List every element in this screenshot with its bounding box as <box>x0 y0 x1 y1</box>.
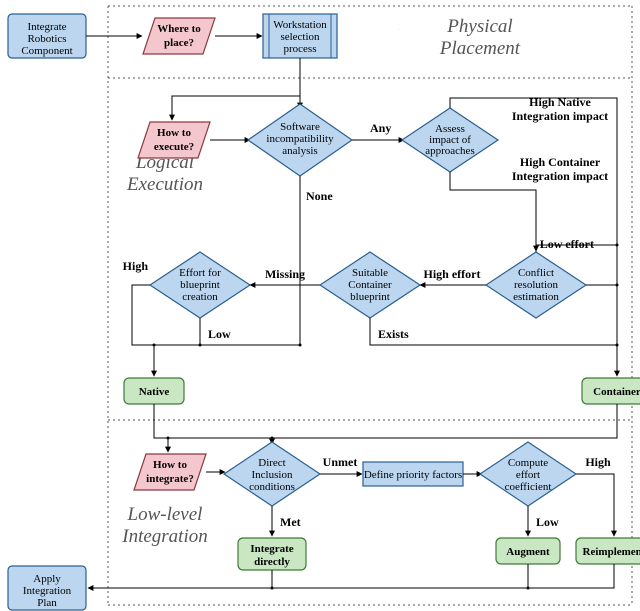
section-logical-title2: Execution <box>126 174 203 195</box>
node-apply-l3: Plan <box>37 597 57 609</box>
edge-label-none: None <box>306 189 333 203</box>
node-assess-l3: approaches <box>425 145 474 157</box>
node-conflict-l3: estimation <box>513 291 559 303</box>
node-howexec-l1: How to <box>157 127 191 139</box>
node-suitable-l3: blueprint <box>350 291 390 303</box>
node-workstation-l2: selection <box>280 31 320 43</box>
edge-label-high2: High <box>585 455 611 469</box>
node-suitable-l1: Suitable <box>352 267 388 279</box>
node-reimplement-label: Reimplement <box>583 546 640 558</box>
section-lowlevel-title2: Integration <box>121 526 208 547</box>
node-integrate-robotics-l3: Component <box>21 45 72 57</box>
node-effort-l3: creation <box>182 291 218 303</box>
node-sw-l2: incompatibility <box>266 133 334 145</box>
edge-label-missing: Missing <box>265 267 305 281</box>
edge-label-highcont2: Integration impact <box>512 169 608 183</box>
edge-compute-high <box>576 474 614 536</box>
edge-none-to-native <box>154 238 300 376</box>
edge-terminals-to-apply <box>88 570 272 588</box>
node-conflict-l1: Conflict <box>518 267 554 279</box>
edge-label-low: Low <box>208 327 231 341</box>
node-conflict-l2: resolution <box>514 279 558 291</box>
node-define-priority-label: Define priority factors <box>364 469 462 481</box>
node-apply-l1: Apply <box>33 573 61 585</box>
edge-label-low2: Low <box>536 515 559 529</box>
edge-label-any: Any <box>370 121 391 135</box>
node-direct-l2: Inclusion <box>252 469 293 481</box>
edge-label-exists: Exists <box>378 327 409 341</box>
node-direct-l3: conditions <box>249 481 295 493</box>
section-lowlevel-title1: Low-level <box>127 504 203 525</box>
node-suitable-l2: Container <box>348 279 392 291</box>
node-integrate-robotics-l2: Robotics <box>27 33 66 45</box>
node-intdirect-l1: Integrate <box>250 543 293 555</box>
node-compute-l2: effort <box>516 469 540 481</box>
edge-label-loweffort: Low effort <box>540 237 594 251</box>
node-howint-l1: How to <box>153 459 187 471</box>
node-sw-l3: analysis <box>282 145 317 157</box>
node-effort-l1: Effort for <box>179 267 221 279</box>
node-workstation-l3: process <box>284 43 317 55</box>
node-howint-l2: integrate? <box>146 473 194 485</box>
section-physical-title2: Placement <box>439 38 521 59</box>
node-workstation-l1: Workstation <box>273 19 327 31</box>
node-sw-l1: Software <box>280 121 320 133</box>
node-where-l2: place? <box>164 37 194 49</box>
node-compute-l3: coefficient <box>505 481 552 493</box>
edge-label-met: Met <box>280 515 301 529</box>
node-augment-label: Augment <box>506 546 550 558</box>
node-direct-l1: Direct <box>258 457 285 469</box>
section-physical-title1: Physical <box>446 16 512 37</box>
node-apply-l2: Integration <box>23 585 72 597</box>
node-native-label: Native <box>139 386 170 398</box>
edge-label-unmet: Unmet <box>323 455 358 469</box>
edge-label-high: High <box>123 259 149 273</box>
edge-reimplement-merge <box>528 564 614 588</box>
node-integrate-robotics-l1: Integrate <box>27 21 66 33</box>
edge-label-higheffort: High effort <box>424 267 481 281</box>
edge-native-container-merge <box>154 404 617 438</box>
edge-workstation-to-howexecute <box>172 58 300 120</box>
edge-label-highnative1: High Native <box>529 95 591 109</box>
node-compute-l1: Compute <box>508 457 548 469</box>
node-effort-l2: blueprint <box>180 279 220 291</box>
node-howexec-l2: execute? <box>154 141 194 153</box>
edge-augment-merge <box>272 564 528 588</box>
node-container-label: Container <box>593 386 640 398</box>
node-where-l1: Where to <box>157 23 201 35</box>
edge-label-highcont1: High Container <box>520 155 601 169</box>
edge-assess-high-container <box>450 172 536 251</box>
edge-label-highnative2: Integration impact <box>512 109 608 123</box>
node-intdirect-l2: directly <box>254 556 290 568</box>
